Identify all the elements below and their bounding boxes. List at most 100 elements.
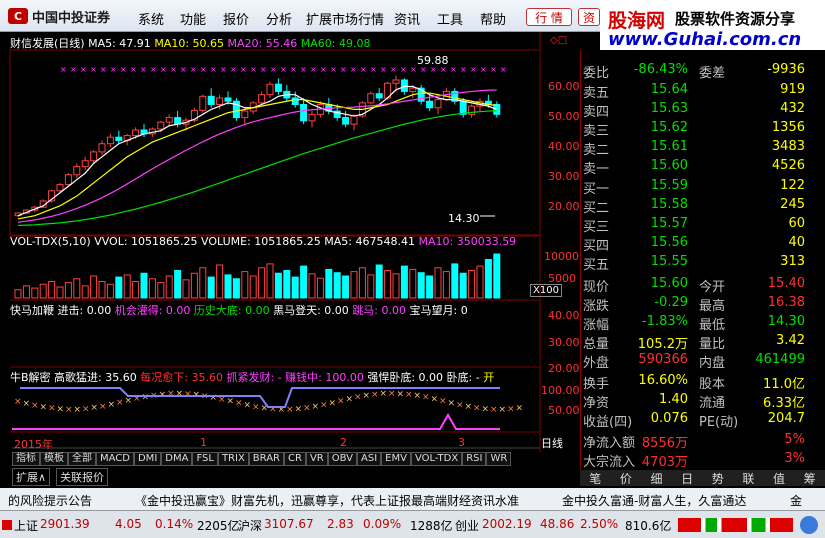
marker-x: ×	[120, 65, 127, 74]
tab-dmi[interactable]: DMI	[133, 452, 162, 466]
ind2-y-tick: 50.00	[548, 404, 580, 417]
volume-bar	[400, 265, 408, 299]
stat-row-label: 总量	[583, 337, 610, 352]
tab-template[interactable]: 模板	[40, 452, 68, 466]
news-ticker[interactable]: 的风险提示公告 《金中投迅赢宝》财富先机，迅赢尊享，代表上证报最高端财经资讯水准…	[0, 488, 825, 510]
ma10-line	[17, 92, 497, 220]
candle-body	[308, 113, 316, 122]
wave-dot: ×	[337, 396, 345, 406]
sell-level-row-label: 卖四	[583, 105, 610, 120]
period-label[interactable]: 日线	[541, 435, 563, 451]
ind-header: 快马加鞭 进击: 0.00 机会灌得: 0.00 历史大底: 0.00 黑马登天…	[10, 302, 468, 318]
chart-control-icon[interactable]: ◇□	[550, 35, 567, 46]
kline-chart-area[interactable]: × × × × × × × × × × × × × × × × × × × × × × × × × × × × × × × × × × × × × × × ×…	[0, 32, 580, 452]
stat-row-label2: 量比	[699, 337, 726, 352]
stat-row-value: -0.29	[654, 295, 688, 310]
buy-level-row-value2: 245	[780, 197, 805, 212]
tab-extend[interactable]: 扩展∧	[12, 468, 51, 486]
menu-ext-market[interactable]: 扩展市场行情	[306, 9, 384, 28]
ind-tiaoma: 跳马: 0.00	[352, 304, 407, 317]
volume-bar	[90, 275, 98, 299]
ticker-right[interactable]: 金中投久富通-财富人生，久富通达	[562, 492, 746, 509]
tab-macd[interactable]: MACD	[96, 452, 134, 466]
volume-bar	[73, 278, 81, 299]
buy-level-row: 买三 15.57 60	[581, 216, 805, 235]
tab-all[interactable]: 全部	[68, 452, 96, 466]
volume-bar	[426, 275, 434, 299]
network-status-icon[interactable]	[800, 516, 818, 534]
cy-amount: 810.6亿	[625, 519, 672, 533]
candle-body	[409, 87, 417, 92]
info-button[interactable]: 资	[578, 8, 600, 26]
stat-row-label2: 今开	[699, 280, 726, 295]
tab-price[interactable]: 价	[620, 470, 632, 486]
sell-level-row-value: 15.60	[650, 158, 688, 173]
cy-value: 2002.19	[482, 517, 532, 531]
tab-brar[interactable]: BRAR	[248, 452, 284, 466]
wave-dot: ×	[244, 401, 252, 411]
ind2-y-tick: 100.00	[541, 384, 580, 397]
wave-dot: ×	[422, 393, 430, 403]
wave-dot: ×	[176, 389, 184, 399]
tab-dma[interactable]: DMA	[161, 452, 193, 466]
buy-level-row-value: 15.55	[650, 254, 688, 269]
menu-news[interactable]: 资讯	[394, 9, 420, 28]
stat-row-label: 净资	[583, 396, 610, 411]
tab-trend[interactable]: 势	[712, 470, 724, 486]
menu-quote[interactable]: 报价	[223, 9, 249, 28]
candle-body	[199, 95, 207, 111]
tab-chips[interactable]: 筹	[804, 470, 816, 486]
sz-name[interactable]: 沪深	[238, 517, 262, 534]
menu-tools[interactable]: 工具	[437, 9, 463, 28]
tab-asi[interactable]: ASI	[357, 452, 382, 466]
tab-vol-tdx[interactable]: VOL-TDX	[410, 452, 463, 466]
menu-help[interactable]: 帮助	[480, 9, 506, 28]
volume-bar	[417, 272, 425, 299]
stat-row-label: 收益(四)	[583, 415, 633, 430]
tab-wr[interactable]: WR	[486, 452, 512, 466]
tab-trix[interactable]: TRIX	[217, 452, 249, 466]
stat-row-value: 0.076	[650, 411, 688, 426]
tab-vr[interactable]: VR	[305, 452, 328, 466]
cy-name[interactable]: 创业	[455, 517, 479, 534]
quote-button[interactable]: 行 情	[526, 8, 572, 26]
ind-lishi: 历史大底: 0.00	[193, 304, 270, 317]
tab-related-quote[interactable]: 关联报价	[56, 468, 109, 486]
marker-x: ×	[320, 65, 327, 74]
tab-trade[interactable]: 笔	[589, 470, 601, 486]
ma10-label: MA10: 50.65	[154, 37, 225, 50]
marker-x: ×	[260, 65, 267, 74]
tab-daily[interactable]: 日	[681, 470, 693, 486]
sh-name[interactable]: 上证	[14, 517, 38, 534]
ticker-mid[interactable]: 《金中投迅赢宝》财富先机，迅赢尊享，代表上证报最高端财经资讯水准	[135, 492, 519, 509]
volume-bar	[392, 273, 400, 299]
tab-obv[interactable]: OBV	[327, 452, 357, 466]
tab-link[interactable]: 联	[742, 470, 754, 486]
ticker-end[interactable]: 金	[790, 492, 802, 509]
volume-bar	[98, 281, 106, 299]
tab-emv[interactable]: EMV	[381, 452, 411, 466]
menu-system[interactable]: 系统	[138, 9, 164, 28]
menu-function[interactable]: 功能	[180, 9, 206, 28]
stat-row-value: 16.60%	[638, 373, 688, 388]
marker-x: ×	[180, 65, 187, 74]
tab-value[interactable]: 值	[773, 470, 785, 486]
menu-analysis[interactable]: 分析	[266, 9, 292, 28]
volume-bar	[22, 285, 30, 299]
volume-bar	[274, 272, 282, 299]
tab-rsi[interactable]: RSI	[462, 452, 487, 466]
wave-dot: ×	[312, 402, 320, 412]
tab-cr[interactable]: CR	[284, 452, 306, 466]
ticker-left[interactable]: 的风险提示公告	[8, 492, 92, 509]
tab-fsl[interactable]: FSL	[192, 452, 218, 466]
stat-row: 大宗流入 4703万 3%	[581, 451, 805, 470]
candle-body	[266, 83, 274, 96]
tab-detail[interactable]: 细	[651, 470, 663, 486]
wave-dot: ×	[295, 404, 303, 414]
stat-row-value2: 16.38	[767, 295, 805, 310]
tab-indicator[interactable]: 指标	[12, 452, 40, 466]
volume-bar	[442, 271, 450, 299]
sell-level-row: 卖二 15.61 3483	[581, 139, 805, 158]
marker-x: ×	[330, 65, 337, 74]
stat-row-value: 15.60	[650, 276, 688, 291]
